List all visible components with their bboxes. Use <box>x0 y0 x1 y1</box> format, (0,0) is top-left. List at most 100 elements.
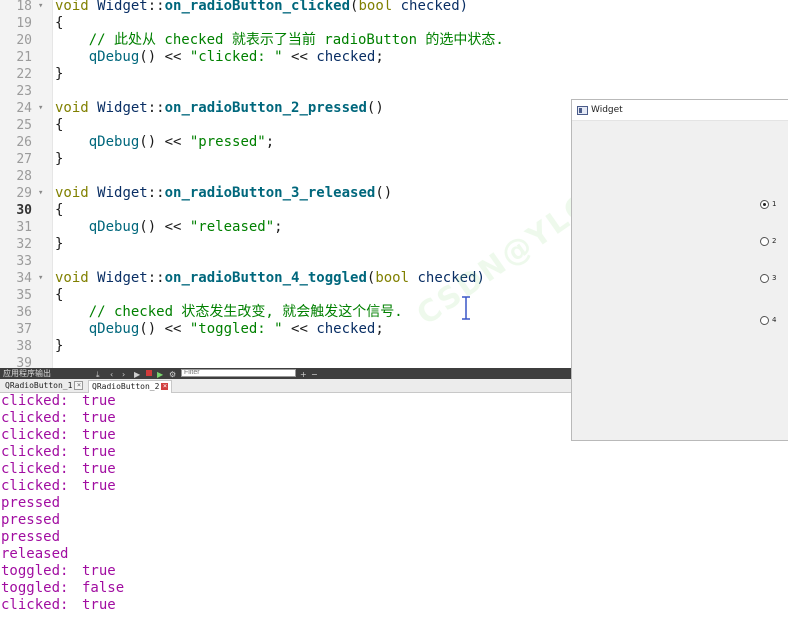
code-token: << <box>282 321 317 337</box>
line-number: 36 <box>16 305 32 320</box>
radio-circle <box>760 237 769 246</box>
close-icon[interactable]: × <box>161 383 169 390</box>
code-token: bool <box>358 0 393 14</box>
code-token: { <box>55 287 64 303</box>
stop-icon[interactable] <box>146 370 152 376</box>
code-text: { <box>55 202 63 219</box>
code-line[interactable]: 19 { <box>0 15 788 32</box>
line-number: 37 <box>16 322 32 337</box>
fold-arrow-icon[interactable]: ▾ <box>38 100 43 117</box>
code-text: void Widget::on_radioButton_2_pressed() <box>55 100 384 117</box>
window-title: Widget <box>591 105 623 115</box>
line-number: 38 <box>16 339 32 354</box>
code-line[interactable]: 22} <box>0 66 788 83</box>
code-token: // checked 状态发生改变, 就会触发这个信号. <box>55 304 403 320</box>
fold-arrow-icon[interactable]: ▾ <box>38 185 43 202</box>
output-key: clicked: <box>1 393 69 409</box>
radio-circle <box>760 274 769 283</box>
code-token: << <box>282 49 317 65</box>
code-token: () <box>366 100 384 116</box>
code-text: // checked 状态发生改变, 就会触发这个信号. <box>55 304 403 321</box>
line-number: 18 <box>16 0 32 14</box>
code-line[interactable]: 21 qDebug() << "clicked: " << checked; <box>0 49 788 66</box>
application-output[interactable]: clicked: true clicked: true clicked: true clic… <box>0 393 572 617</box>
code-token: checked) <box>392 0 469 14</box>
line-number: 19 <box>16 16 32 31</box>
line-number: 39 <box>16 356 32 368</box>
code-token: () << <box>139 134 190 150</box>
code-text: { <box>55 287 63 304</box>
code-token: () << <box>139 219 190 235</box>
output-line: clicked: true <box>1 444 116 461</box>
code-token: "clicked: " <box>189 49 283 65</box>
line-number: 30 <box>16 203 32 218</box>
code-line[interactable]: 23 <box>0 83 788 100</box>
filter-input[interactable] <box>181 369 296 377</box>
code-token: qDebug <box>88 134 140 150</box>
code-text: } <box>55 151 63 168</box>
output-pane-toolbar: 应用程序输出 ⤓ ‹ › ▶ ▶ ⚙ + − <box>0 368 572 379</box>
output-key: clicked: <box>1 461 69 477</box>
fold-arrow-icon[interactable]: ▾ <box>38 270 43 287</box>
output-tabs: QRadioButton_1 × QRadioButton_2 × <box>0 379 572 393</box>
code-token: on_radioButton_4_toggled <box>164 270 367 286</box>
line-number: 21 <box>16 50 32 65</box>
line-number: 33 <box>16 254 32 269</box>
line-number: 32 <box>16 237 32 252</box>
output-line: toggled: true <box>1 563 116 580</box>
line-number: 20 <box>16 33 32 48</box>
window-icon <box>577 106 588 115</box>
tab-radiobutton-2[interactable]: QRadioButton_2 × <box>88 380 173 393</box>
output-key: clicked: <box>1 597 69 613</box>
line-number: 24 <box>16 101 32 116</box>
tab-label: QRadioButton_2 <box>92 382 160 391</box>
output-line: clicked: true <box>1 427 116 444</box>
code-token: "released" <box>189 219 275 235</box>
output-value: true <box>82 410 116 426</box>
output-value: true <box>82 444 116 460</box>
output-line: pressed <box>1 512 60 529</box>
output-key: released <box>1 546 69 562</box>
radio-label: 4 <box>772 316 777 324</box>
output-key: pressed <box>1 495 61 511</box>
output-line: clicked: true <box>1 461 116 478</box>
window-titlebar[interactable]: Widget <box>572 100 788 121</box>
code-token: () <box>375 185 393 201</box>
code-token: "pressed" <box>189 134 266 150</box>
radio-label: 3 <box>772 274 777 282</box>
code-token: } <box>55 66 64 82</box>
line-number: 23 <box>16 84 32 99</box>
output-key: toggled: <box>1 580 69 596</box>
line-number: 22 <box>16 67 32 82</box>
code-line[interactable]: 20 // 此处从 checked 就表示了当前 radioButton 的选中… <box>0 32 788 49</box>
line-number: 35 <box>16 288 32 303</box>
code-token: ; <box>375 49 384 65</box>
output-key: toggled: <box>1 563 69 579</box>
output-value: true <box>82 393 116 409</box>
output-line: clicked: true <box>1 597 116 614</box>
code-text: } <box>55 236 63 253</box>
code-text: } <box>55 66 63 83</box>
output-line: pressed <box>1 529 60 546</box>
code-token: { <box>55 202 64 218</box>
code-token: :: <box>147 270 165 286</box>
output-line: toggled: false <box>1 580 124 597</box>
code-token: Widget <box>97 185 148 201</box>
close-icon[interactable]: × <box>74 381 84 390</box>
code-token: :: <box>147 100 165 116</box>
output-key: pressed <box>1 512 61 528</box>
output-line: pressed <box>1 495 60 512</box>
code-token: :: <box>147 185 165 201</box>
radio-circle <box>760 316 769 325</box>
code-text: void Widget::on_radioButton_clicked(bool… <box>55 0 468 15</box>
code-token: qDebug <box>88 219 140 235</box>
code-token: () << <box>139 321 190 337</box>
tab-radiobutton-1[interactable]: QRadioButton_1 × <box>2 380 86 392</box>
code-token: Widget <box>97 0 148 14</box>
line-number: 34 <box>16 271 32 286</box>
fold-arrow-icon[interactable]: ▾ <box>38 0 43 15</box>
code-text: void Widget::on_radioButton_4_toggled(bo… <box>55 270 485 287</box>
code-line[interactable]: 18 ▾ void Widget::on_radioButton_clicked(b… <box>0 0 788 15</box>
